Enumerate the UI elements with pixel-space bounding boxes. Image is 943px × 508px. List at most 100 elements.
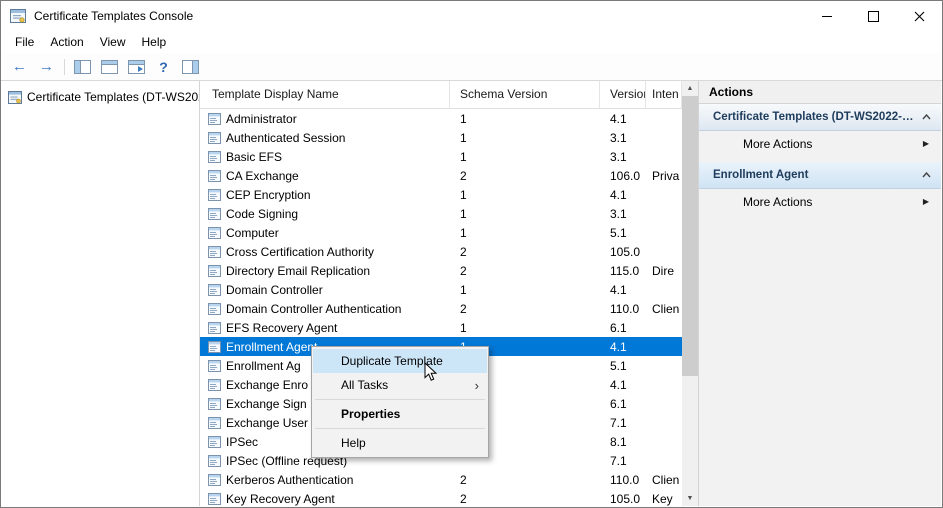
properties-icon bbox=[101, 59, 118, 74]
list-item[interactable]: Code Signing 1 3.1 bbox=[200, 204, 682, 223]
intended-purposes-cell: Clien bbox=[652, 472, 680, 487]
version-cell: 105.0 bbox=[610, 491, 641, 506]
template-name: Code Signing bbox=[226, 206, 299, 221]
version-cell: 8.1 bbox=[610, 434, 627, 449]
close-button[interactable] bbox=[896, 1, 942, 31]
template-name: Exchange Enro bbox=[226, 377, 309, 392]
list-item[interactable]: Directory Email Replication 2 115.0 Dire bbox=[200, 261, 682, 280]
context-menu-item-help[interactable]: Help bbox=[313, 431, 487, 455]
version-cell: 4.1 bbox=[610, 339, 627, 354]
certificate-template-icon bbox=[208, 435, 221, 448]
schema-version-cell: 1 bbox=[460, 225, 467, 240]
submenu-arrow-icon: › bbox=[474, 377, 479, 393]
template-name-cell: Authenticated Session bbox=[200, 131, 450, 145]
template-name-cell: CA Exchange bbox=[200, 169, 450, 183]
certificate-template-icon bbox=[208, 283, 221, 296]
menu-file[interactable]: File bbox=[7, 32, 42, 52]
version-cell: 106.0 bbox=[610, 168, 641, 183]
schema-version-cell: 2 bbox=[460, 301, 467, 316]
template-name: Authenticated Session bbox=[226, 130, 346, 145]
template-name-cell: Basic EFS bbox=[200, 150, 450, 164]
certificate-template-icon bbox=[208, 416, 221, 429]
action-item-more-actions[interactable]: More Actions ▶ bbox=[699, 131, 941, 156]
certificate-template-icon bbox=[208, 188, 221, 201]
context-menu-item-properties[interactable]: Properties bbox=[313, 402, 487, 426]
scrollbar-down-arrow[interactable]: ▼ bbox=[682, 491, 698, 506]
action-item-more-actions[interactable]: More Actions ▶ bbox=[699, 189, 941, 214]
toolbar-help-button[interactable]: ? bbox=[151, 55, 176, 78]
template-name: CEP Encryption bbox=[226, 187, 311, 202]
toolbar-properties-button[interactable] bbox=[97, 55, 122, 78]
list-item[interactable]: Cross Certification Authority 2 105.0 bbox=[200, 242, 682, 261]
actions-group-header[interactable]: Certificate Templates (DT-WS2022-01... bbox=[699, 104, 941, 131]
toolbar-back-button[interactable]: ← bbox=[7, 55, 32, 78]
certificate-template-icon bbox=[208, 454, 221, 467]
certificate-template-icon bbox=[208, 397, 221, 410]
template-name: Administrator bbox=[226, 111, 297, 126]
template-name: Computer bbox=[226, 225, 279, 240]
column-header-version[interactable]: Version bbox=[600, 81, 646, 108]
list-item[interactable]: CEP Encryption 1 4.1 bbox=[200, 185, 682, 204]
menu-view[interactable]: View bbox=[92, 32, 134, 52]
template-name: EFS Recovery Agent bbox=[226, 320, 338, 335]
collapse-chevron-icon[interactable] bbox=[922, 172, 931, 178]
list-item[interactable]: Domain Controller 1 4.1 bbox=[200, 280, 682, 299]
list-item[interactable]: Domain Controller Authentication 2 110.0 Cl… bbox=[200, 299, 682, 318]
collapse-chevron-icon[interactable] bbox=[922, 114, 931, 120]
template-name-cell: Domain Controller Authentication bbox=[200, 302, 450, 316]
menu-help[interactable]: Help bbox=[134, 32, 175, 52]
schema-version-cell: 2 bbox=[460, 491, 467, 506]
certificate-template-icon bbox=[208, 378, 221, 391]
scrollbar-thumb[interactable] bbox=[682, 96, 698, 376]
version-cell: 110.0 bbox=[610, 472, 640, 487]
maximize-button[interactable] bbox=[850, 1, 896, 31]
menu-action[interactable]: Action bbox=[42, 32, 91, 52]
template-name: Domain Controller Authentication bbox=[226, 301, 402, 316]
minimize-button[interactable] bbox=[804, 1, 850, 31]
app-icon bbox=[10, 8, 26, 24]
actions-group-title: Certificate Templates (DT-WS2022-01... bbox=[713, 111, 914, 123]
show-console-tree-icon bbox=[74, 59, 91, 74]
version-cell: 4.1 bbox=[610, 377, 627, 392]
template-name: Key Recovery Agent bbox=[226, 491, 335, 506]
context-menu-item-duplicate-template[interactable]: Duplicate Template bbox=[313, 349, 487, 373]
context-menu-item-all-tasks[interactable]: All Tasks › bbox=[313, 373, 487, 397]
list-item[interactable]: EFS Recovery Agent 1 6.1 bbox=[200, 318, 682, 337]
more-actions-arrow-icon: ▶ bbox=[922, 139, 929, 148]
version-cell: 115.0 bbox=[610, 263, 640, 278]
toolbar-show-console-tree-button[interactable] bbox=[70, 55, 95, 78]
version-cell: 6.1 bbox=[610, 396, 627, 411]
toolbar-show-action-pane-button[interactable] bbox=[178, 55, 203, 78]
scrollbar-up-arrow[interactable]: ▲ bbox=[682, 81, 698, 96]
toolbar-export-list-button[interactable] bbox=[124, 55, 149, 78]
version-cell: 5.1 bbox=[610, 225, 627, 240]
list-item[interactable]: Authenticated Session 1 3.1 bbox=[200, 128, 682, 147]
column-header-schema[interactable]: Schema Version bbox=[450, 81, 600, 108]
list-item[interactable]: Administrator 1 4.1 bbox=[200, 109, 682, 128]
back-icon: ← bbox=[12, 58, 27, 75]
context-menu-item-label: All Tasks bbox=[341, 378, 389, 392]
column-header-purpose[interactable]: Inten bbox=[646, 81, 682, 108]
toolbar-forward-button[interactable]: → bbox=[34, 55, 59, 78]
maximize-icon bbox=[867, 10, 879, 22]
template-name: Exchange Sign bbox=[226, 396, 307, 411]
list-item[interactable]: Key Recovery Agent 2 105.0 Key bbox=[200, 489, 682, 506]
list-item[interactable]: Computer 1 5.1 bbox=[200, 223, 682, 242]
tree-item-certificate-templates[interactable]: Certificate Templates (DT-WS202 bbox=[2, 87, 199, 107]
list-item[interactable]: Basic EFS 1 3.1 bbox=[200, 147, 682, 166]
template-name-cell: Key Recovery Agent bbox=[200, 492, 450, 506]
version-cell: 4.1 bbox=[610, 187, 627, 202]
list-scrollbar[interactable]: ▲ ▼ bbox=[682, 81, 698, 506]
list-item[interactable]: CA Exchange 2 106.0 Priva bbox=[200, 166, 682, 185]
actions-group-header[interactable]: Enrollment Agent bbox=[699, 162, 941, 189]
list-item[interactable]: Kerberos Authentication 2 110.0 Clien bbox=[200, 470, 682, 489]
template-name: Directory Email Replication bbox=[226, 263, 371, 278]
schema-version-cell: 1 bbox=[460, 206, 467, 221]
template-name-cell: Cross Certification Authority bbox=[200, 245, 450, 259]
show-action-pane-icon bbox=[182, 59, 199, 74]
schema-version-cell: 1 bbox=[460, 130, 467, 145]
column-header-name[interactable]: Template Display Name bbox=[200, 81, 450, 108]
schema-version-cell: 1 bbox=[460, 320, 467, 335]
version-cell: 3.1 bbox=[610, 206, 627, 221]
export-list-icon bbox=[128, 59, 145, 74]
